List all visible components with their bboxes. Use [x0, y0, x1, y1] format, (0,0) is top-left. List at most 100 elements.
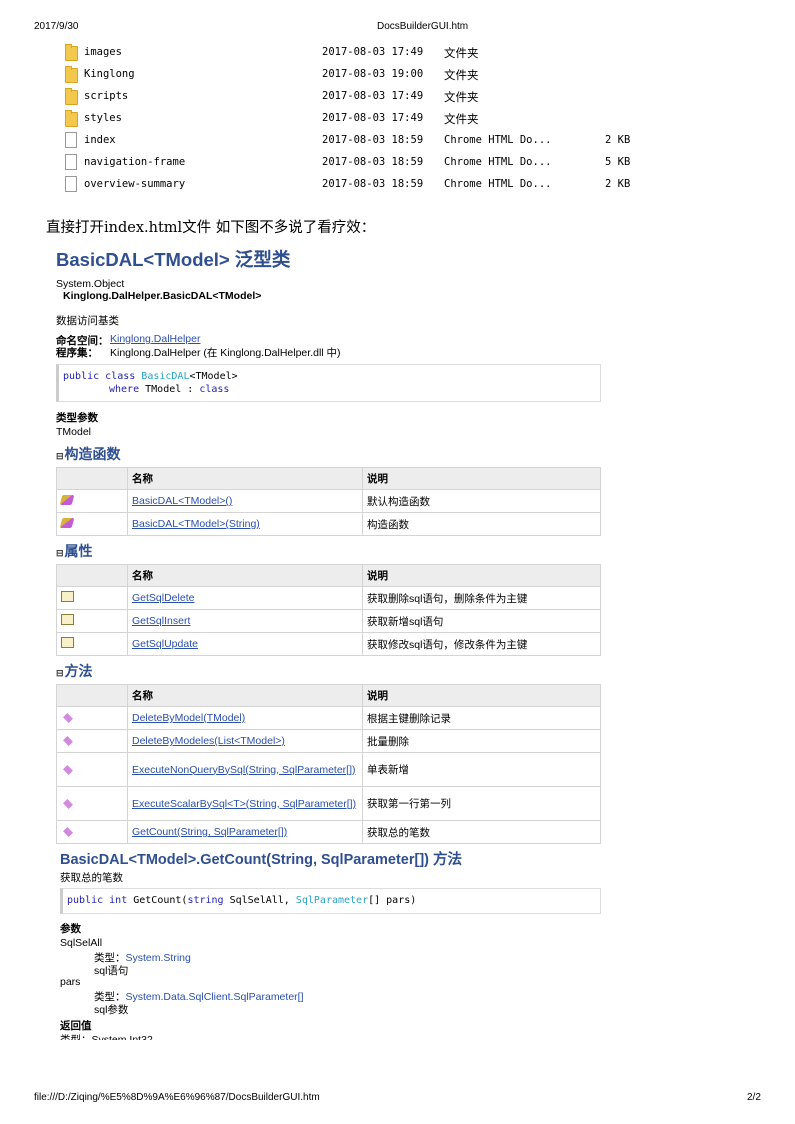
file-name: index [84, 134, 116, 146]
properties-table: 名称 说明 GetSqlDelete 获取删除sql语句，删除条件为主键 GetSq… [56, 564, 601, 656]
folder-icon [65, 88, 78, 105]
file-type: Chrome HTML Do... [444, 178, 552, 190]
section-methods[interactable]: ⊟方法 [56, 661, 93, 681]
col-desc: 说明 [362, 684, 601, 707]
file-date: 2017-08-03 18:59 [322, 134, 424, 146]
section-properties[interactable]: ⊟属性 [56, 541, 93, 561]
class-title: BasicDAL<TModel> 泛型类 [56, 249, 291, 270]
assembly-label: 程序集： [56, 347, 98, 359]
table-row: DeleteByModeles(List<TModel>) 批量删除 [56, 729, 601, 753]
class-signature: public class BasicDAL<TModel> where TMod… [56, 364, 601, 402]
member-desc: 根据主键删除记录 [362, 706, 601, 730]
section-title: 属性 [64, 543, 93, 559]
file-name: images [84, 46, 122, 58]
method-summary: 获取总的笔数 [60, 872, 123, 884]
property-icon [61, 591, 74, 602]
table-row: BasicDAL<TModel>(String) 构造函数 [56, 512, 601, 536]
collapse-icon: ⊟ [56, 668, 64, 678]
col-name: 名称 [127, 564, 363, 587]
print-url: file:///D:/Ziqing/%E5%8D%9A%E6%96%87/Doc… [34, 1092, 320, 1103]
member-link[interactable]: DeleteByModel(TModel) [132, 712, 245, 724]
member-link[interactable]: GetSqlInsert [132, 615, 190, 627]
method-icon [63, 798, 73, 809]
document-icon [65, 176, 77, 192]
constructor-icon [59, 494, 75, 505]
table-row: ExecuteNonQueryBySql(String, SqlParamete… [56, 752, 601, 787]
col-icon [56, 467, 128, 490]
member-link[interactable]: ExecuteNonQueryBySql(String, SqlParamete… [132, 764, 356, 776]
file-name: overview-summary [84, 178, 186, 190]
file-date: 2017-08-03 19:00 [322, 68, 424, 80]
sig-generic: <TModel> [189, 371, 238, 382]
table-row: GetCount(String, SqlParameter[]) 获取总的笔数 [56, 820, 601, 844]
param-desc: sql语句 [94, 965, 129, 977]
collapse-icon: ⊟ [56, 451, 64, 461]
file-row[interactable]: index 2017-08-03 18:59 Chrome HTML Do...… [64, 130, 664, 152]
file-row[interactable]: navigation-frame 2017-08-03 18:59 Chrome… [64, 152, 664, 174]
namespace-link[interactable]: Kinglong.DalHelper [110, 333, 200, 345]
member-desc: 默认构造函数 [362, 489, 601, 513]
col-icon [56, 684, 128, 707]
member-link[interactable]: GetCount(String, SqlParameter[]) [132, 826, 287, 838]
member-desc: 获取第一行第一列 [362, 786, 601, 821]
member-desc: 单表新增 [362, 752, 601, 787]
print-date: 2017/9/30 [34, 21, 79, 32]
constructor-icon [59, 517, 75, 528]
params-label: 参数 [60, 923, 81, 935]
sig-keyword: class [105, 371, 136, 382]
col-desc: 说明 [362, 467, 601, 490]
table-row: BasicDAL<TModel>() 默认构造函数 [56, 489, 601, 513]
folder-icon [65, 44, 78, 61]
file-date: 2017-08-03 17:49 [322, 112, 424, 124]
section-constructors[interactable]: ⊟构造函数 [56, 444, 121, 464]
folder-icon [65, 110, 78, 127]
file-listing: images 2017-08-03 17:49 文件夹 Kinglong 201… [64, 42, 664, 196]
file-row[interactable]: scripts 2017-08-03 17:49 文件夹 [64, 86, 664, 108]
param-type[interactable]: System.Data.SqlClient.SqlParameter[] [126, 991, 304, 1003]
sig-param: [] pars) [368, 895, 417, 906]
member-link[interactable]: DeleteByModeles(List<TModel>) [132, 735, 285, 747]
file-date: 2017-08-03 18:59 [322, 156, 424, 168]
member-link[interactable]: BasicDAL<TModel>(String) [132, 518, 260, 530]
table-row: GetSqlInsert 获取新增sql语句 [56, 609, 601, 633]
return-type: 类型：System.Int32 [60, 1034, 153, 1040]
sig-where-kw: class [199, 384, 230, 395]
type-param: TModel [56, 426, 92, 438]
file-size: 2 KB [605, 178, 631, 190]
file-name: scripts [84, 90, 129, 102]
file-name: Kinglong [84, 68, 135, 80]
folder-icon [65, 66, 78, 83]
sig-keyword: public [67, 895, 104, 906]
member-link[interactable]: ExecuteScalarBySql<T>(String, SqlParamet… [132, 798, 356, 810]
sig-param: SqlSelAll, [229, 895, 290, 906]
file-row[interactable]: images 2017-08-03 17:49 文件夹 [64, 42, 664, 64]
sig-where: where [109, 384, 140, 395]
file-row[interactable]: overview-summary 2017-08-03 18:59 Chrome… [64, 174, 664, 196]
member-link[interactable]: GetSqlUpdate [132, 638, 198, 650]
member-desc: 构造函数 [362, 512, 601, 536]
methods-table: 名称 说明 DeleteByModel(TModel) 根据主键删除记录 Delet… [56, 684, 601, 844]
member-link[interactable]: BasicDAL<TModel>() [132, 495, 232, 507]
col-name: 名称 [127, 684, 363, 707]
sig-where-text: TModel : [145, 384, 194, 395]
member-desc: 获取修改sql语句，修改条件为主键 [362, 632, 601, 656]
sig-keyword: string [187, 895, 224, 906]
file-date: 2017-08-03 17:49 [322, 90, 424, 102]
inherit-class: Kinglong.DalHelper.BasicDAL<TModel> [63, 290, 262, 302]
param-type[interactable]: System.String [126, 952, 191, 964]
file-date: 2017-08-03 18:59 [322, 178, 424, 190]
col-name: 名称 [127, 467, 363, 490]
file-type: 文件夹 [444, 112, 479, 126]
member-desc: 获取新增sql语句 [362, 609, 601, 633]
inherit-base: System.Object [56, 278, 125, 290]
param-desc: sql参数 [94, 1004, 129, 1016]
section-title: 方法 [64, 663, 93, 679]
file-row[interactable]: styles 2017-08-03 17:49 文件夹 [64, 108, 664, 130]
file-type: 文件夹 [444, 90, 479, 104]
section-title: 构造函数 [64, 446, 121, 462]
file-row[interactable]: Kinglong 2017-08-03 19:00 文件夹 [64, 64, 664, 86]
sig-method-name: GetCount( [133, 895, 188, 906]
assembly-value: Kinglong.DalHelper (在 Kinglong.DalHelper… [110, 347, 341, 359]
property-icon [61, 614, 74, 625]
member-link[interactable]: GetSqlDelete [132, 592, 194, 604]
